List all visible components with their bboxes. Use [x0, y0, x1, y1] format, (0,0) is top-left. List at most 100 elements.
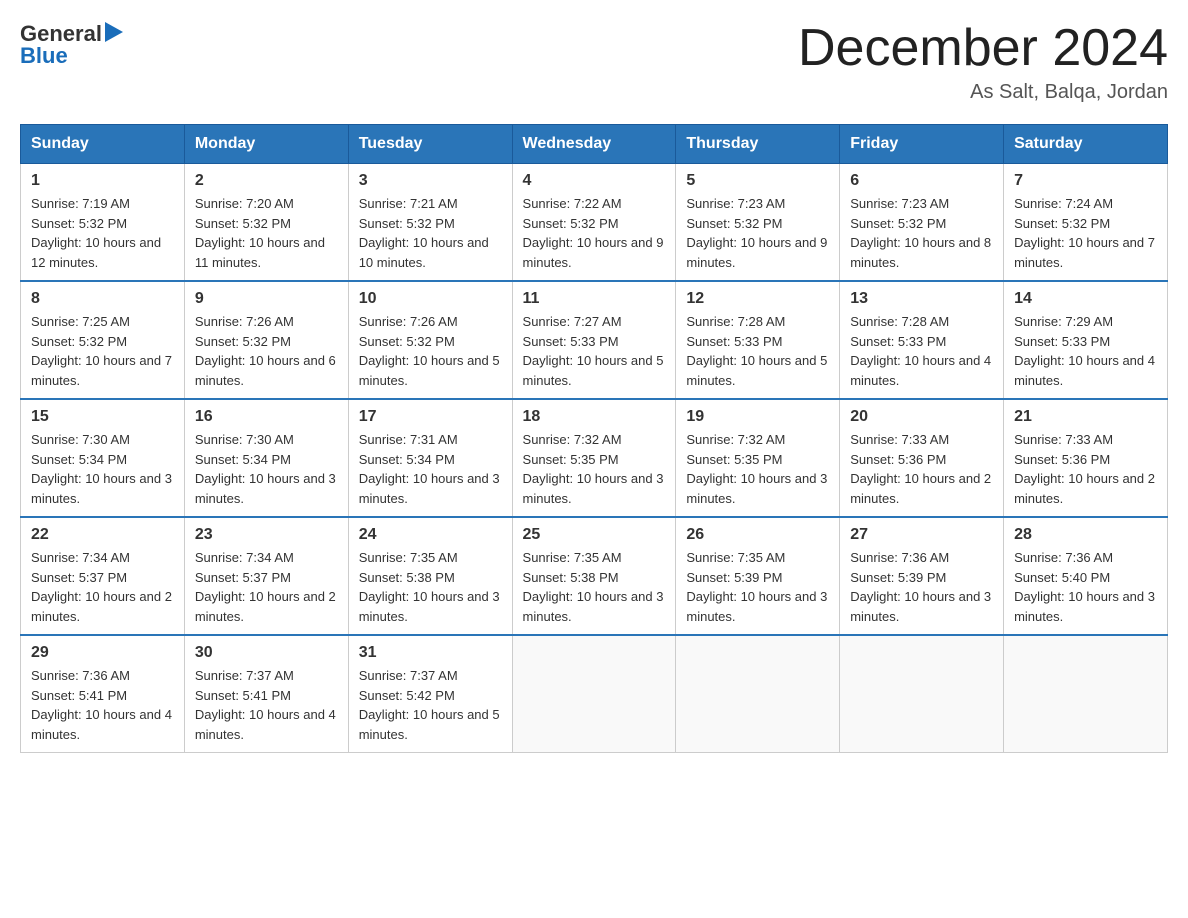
- day-number: 28: [1014, 526, 1157, 544]
- calendar-header-row: SundayMondayTuesdayWednesdayThursdayFrid…: [21, 125, 1168, 164]
- calendar-cell: [676, 635, 840, 753]
- calendar-cell: 7Sunrise: 7:24 AMSunset: 5:32 PMDaylight…: [1004, 164, 1168, 282]
- header-tuesday: Tuesday: [348, 125, 512, 164]
- calendar-cell: 27 Sunrise: 7:36 AMSunset: 5:39 PMDayligh…: [840, 517, 1004, 635]
- day-info: Sunrise: 7:37 AMSunset: 5:41 PMDaylight:…: [195, 666, 338, 744]
- calendar-cell: 20 Sunrise: 7:33 AMSunset: 5:36 PMDayligh…: [840, 399, 1004, 517]
- day-info: Sunrise: 7:24 AMSunset: 5:32 PMDaylight:…: [1014, 194, 1157, 272]
- calendar-cell: 13 Sunrise: 7:28 AMSunset: 5:33 PMDayligh…: [840, 281, 1004, 399]
- header-thursday: Thursday: [676, 125, 840, 164]
- day-info: Sunrise: 7:33 AMSunset: 5:36 PMDaylight:…: [850, 430, 993, 508]
- day-info: Sunrise: 7:34 AMSunset: 5:37 PMDaylight:…: [195, 548, 338, 626]
- day-info: Sunrise: 7:26 AMSunset: 5:32 PMDaylight:…: [195, 312, 338, 390]
- calendar-cell: 5Sunrise: 7:23 AMSunset: 5:32 PMDaylight…: [676, 164, 840, 282]
- day-info: Sunrise: 7:32 AMSunset: 5:35 PMDaylight:…: [523, 430, 666, 508]
- day-number: 8: [31, 290, 174, 308]
- calendar-cell: 17Sunrise: 7:31 AMSunset: 5:34 PMDayligh…: [348, 399, 512, 517]
- calendar-cell: [512, 635, 676, 753]
- day-number: 13: [850, 290, 993, 308]
- day-number: 2: [195, 172, 338, 190]
- header-saturday: Saturday: [1004, 125, 1168, 164]
- calendar-cell: 6Sunrise: 7:23 AMSunset: 5:32 PMDaylight…: [840, 164, 1004, 282]
- day-info: Sunrise: 7:36 AMSunset: 5:40 PMDaylight:…: [1014, 548, 1157, 626]
- calendar-cell: 15 Sunrise: 7:30 AMSunset: 5:34 PMDayligh…: [21, 399, 185, 517]
- day-number: 26: [686, 526, 829, 544]
- day-info: Sunrise: 7:33 AMSunset: 5:36 PMDaylight:…: [1014, 430, 1157, 508]
- day-info: Sunrise: 7:34 AMSunset: 5:37 PMDaylight:…: [31, 548, 174, 626]
- day-info: Sunrise: 7:19 AMSunset: 5:32 PMDaylight:…: [31, 194, 174, 272]
- day-number: 14: [1014, 290, 1157, 308]
- calendar-cell: 14 Sunrise: 7:29 AMSunset: 5:33 PMDayligh…: [1004, 281, 1168, 399]
- calendar-cell: 23 Sunrise: 7:34 AMSunset: 5:37 PMDayligh…: [184, 517, 348, 635]
- day-info: Sunrise: 7:32 AMSunset: 5:35 PMDaylight:…: [686, 430, 829, 508]
- calendar-week-3: 15 Sunrise: 7:30 AMSunset: 5:34 PMDayligh…: [21, 399, 1168, 517]
- day-info: Sunrise: 7:26 AMSunset: 5:32 PMDaylight:…: [359, 312, 502, 390]
- logo: General Blue: [20, 20, 123, 69]
- day-number: 16: [195, 408, 338, 426]
- calendar-cell: 26Sunrise: 7:35 AMSunset: 5:39 PMDayligh…: [676, 517, 840, 635]
- day-number: 15: [31, 408, 174, 426]
- day-info: Sunrise: 7:25 AMSunset: 5:32 PMDaylight:…: [31, 312, 174, 390]
- day-info: Sunrise: 7:23 AMSunset: 5:32 PMDaylight:…: [850, 194, 993, 272]
- day-number: 18: [523, 408, 666, 426]
- day-number: 11: [523, 290, 666, 308]
- calendar-cell: 18 Sunrise: 7:32 AMSunset: 5:35 PMDayligh…: [512, 399, 676, 517]
- location: As Salt, Balqa, Jordan: [798, 81, 1168, 104]
- day-number: 20: [850, 408, 993, 426]
- header-monday: Monday: [184, 125, 348, 164]
- day-info: Sunrise: 7:36 AMSunset: 5:41 PMDaylight:…: [31, 666, 174, 744]
- day-info: Sunrise: 7:27 AMSunset: 5:33 PMDaylight:…: [523, 312, 666, 390]
- calendar-cell: 2 Sunrise: 7:20 AMSunset: 5:32 PMDaylight…: [184, 164, 348, 282]
- calendar-cell: 10 Sunrise: 7:26 AMSunset: 5:32 PMDayligh…: [348, 281, 512, 399]
- calendar-cell: 19 Sunrise: 7:32 AMSunset: 5:35 PMDayligh…: [676, 399, 840, 517]
- day-info: Sunrise: 7:23 AMSunset: 5:32 PMDaylight:…: [686, 194, 829, 272]
- calendar-cell: 1 Sunrise: 7:19 AMSunset: 5:32 PMDaylight…: [21, 164, 185, 282]
- calendar-cell: 30Sunrise: 7:37 AMSunset: 5:41 PMDayligh…: [184, 635, 348, 753]
- day-info: Sunrise: 7:20 AMSunset: 5:32 PMDaylight:…: [195, 194, 338, 272]
- calendar-cell: [1004, 635, 1168, 753]
- day-number: 1: [31, 172, 174, 190]
- day-info: Sunrise: 7:30 AMSunset: 5:34 PMDaylight:…: [195, 430, 338, 508]
- calendar-week-4: 22 Sunrise: 7:34 AMSunset: 5:37 PMDayligh…: [21, 517, 1168, 635]
- logo-arrow-icon: [105, 22, 123, 42]
- day-number: 10: [359, 290, 502, 308]
- day-info: Sunrise: 7:28 AMSunset: 5:33 PMDaylight:…: [850, 312, 993, 390]
- logo-blue-text: Blue: [20, 43, 68, 69]
- calendar-table: SundayMondayTuesdayWednesdayThursdayFrid…: [20, 124, 1168, 753]
- calendar-cell: 3Sunrise: 7:21 AMSunset: 5:32 PMDaylight…: [348, 164, 512, 282]
- day-info: Sunrise: 7:29 AMSunset: 5:33 PMDaylight:…: [1014, 312, 1157, 390]
- calendar-cell: 12Sunrise: 7:28 AMSunset: 5:33 PMDayligh…: [676, 281, 840, 399]
- calendar-week-1: 1 Sunrise: 7:19 AMSunset: 5:32 PMDaylight…: [21, 164, 1168, 282]
- calendar-cell: 16 Sunrise: 7:30 AMSunset: 5:34 PMDayligh…: [184, 399, 348, 517]
- day-number: 24: [359, 526, 502, 544]
- calendar-week-5: 29 Sunrise: 7:36 AMSunset: 5:41 PMDayligh…: [21, 635, 1168, 753]
- day-number: 22: [31, 526, 174, 544]
- calendar-cell: 8 Sunrise: 7:25 AMSunset: 5:32 PMDaylight…: [21, 281, 185, 399]
- day-info: Sunrise: 7:31 AMSunset: 5:34 PMDaylight:…: [359, 430, 502, 508]
- day-number: 31: [359, 644, 502, 662]
- day-info: Sunrise: 7:35 AMSunset: 5:38 PMDaylight:…: [523, 548, 666, 626]
- calendar-cell: 9 Sunrise: 7:26 AMSunset: 5:32 PMDaylight…: [184, 281, 348, 399]
- header-friday: Friday: [840, 125, 1004, 164]
- day-number: 3: [359, 172, 502, 190]
- calendar-cell: 4Sunrise: 7:22 AMSunset: 5:32 PMDaylight…: [512, 164, 676, 282]
- calendar-cell: [840, 635, 1004, 753]
- header-wednesday: Wednesday: [512, 125, 676, 164]
- calendar-cell: 24 Sunrise: 7:35 AMSunset: 5:38 PMDayligh…: [348, 517, 512, 635]
- day-info: Sunrise: 7:35 AMSunset: 5:38 PMDaylight:…: [359, 548, 502, 626]
- day-number: 9: [195, 290, 338, 308]
- day-info: Sunrise: 7:36 AMSunset: 5:39 PMDaylight:…: [850, 548, 993, 626]
- day-number: 21: [1014, 408, 1157, 426]
- day-info: Sunrise: 7:30 AMSunset: 5:34 PMDaylight:…: [31, 430, 174, 508]
- page-header: General Blue December 2024 As Salt, Balq…: [20, 20, 1168, 104]
- day-number: 27: [850, 526, 993, 544]
- calendar-cell: 29 Sunrise: 7:36 AMSunset: 5:41 PMDayligh…: [21, 635, 185, 753]
- day-info: Sunrise: 7:22 AMSunset: 5:32 PMDaylight:…: [523, 194, 666, 272]
- header-sunday: Sunday: [21, 125, 185, 164]
- day-info: Sunrise: 7:37 AMSunset: 5:42 PMDaylight:…: [359, 666, 502, 744]
- day-number: 19: [686, 408, 829, 426]
- calendar-cell: 11 Sunrise: 7:27 AMSunset: 5:33 PMDayligh…: [512, 281, 676, 399]
- day-number: 12: [686, 290, 829, 308]
- day-number: 29: [31, 644, 174, 662]
- day-number: 23: [195, 526, 338, 544]
